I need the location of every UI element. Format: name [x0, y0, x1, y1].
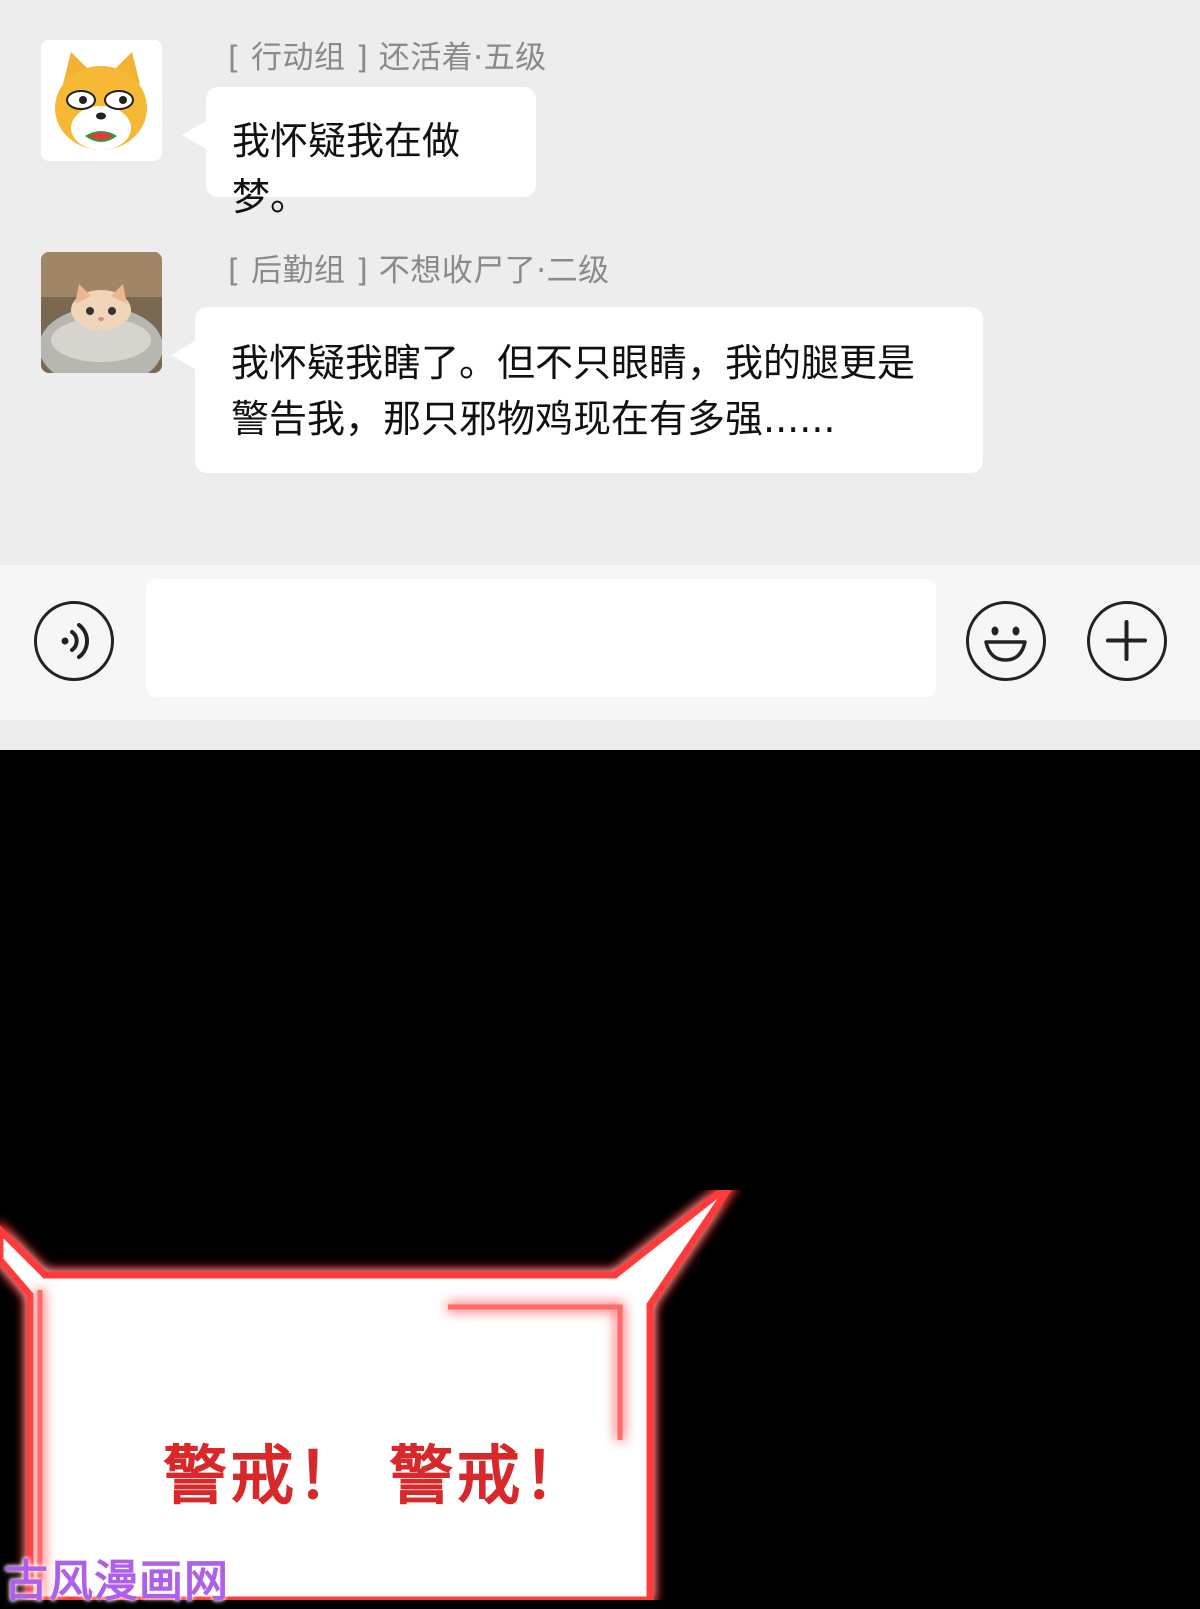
- shiba-dog-avatar[interactable]: [41, 40, 162, 161]
- cat-in-pot-avatar[interactable]: [41, 252, 162, 373]
- message-text-line: 我怀疑我瞎了。但不只眼睛，我的腿更是: [231, 341, 916, 385]
- message-input[interactable]: [146, 579, 936, 697]
- message-bubble[interactable]: 我怀疑我在做梦。: [182, 87, 536, 219]
- site-watermark: 古风漫画网: [4, 1556, 229, 1607]
- message-text: 我怀疑我在做梦。: [232, 119, 461, 219]
- alert-speech-panel: [0, 1190, 732, 1600]
- message-bubble[interactable]: 我怀疑我瞎了。但不只眼睛，我的腿更是 警告我，那只邪物鸡现在有多强......: [171, 307, 983, 473]
- plus-icon[interactable]: [1087, 601, 1167, 681]
- chat-messages-area: [ 行动组 ] 还活着·五级 我怀疑我在做梦。 [ 后勤组 ] 不想收尸了·二级…: [0, 0, 1200, 565]
- chat-input-bar: [0, 565, 1200, 720]
- sender-name: [ 后勤组 ] 不想收尸了·二级: [228, 253, 610, 289]
- alert-text: 警戒！ 警戒！: [163, 1440, 591, 1514]
- voice-icon[interactable]: [34, 601, 114, 681]
- sender-name: [ 行动组 ] 还活着·五级: [228, 40, 547, 76]
- emoji-icon[interactable]: [966, 601, 1046, 681]
- message-text-line: 警告我，那只邪物鸡现在有多强......: [231, 397, 836, 441]
- input-bar-bottom-edge: [0, 720, 1200, 750]
